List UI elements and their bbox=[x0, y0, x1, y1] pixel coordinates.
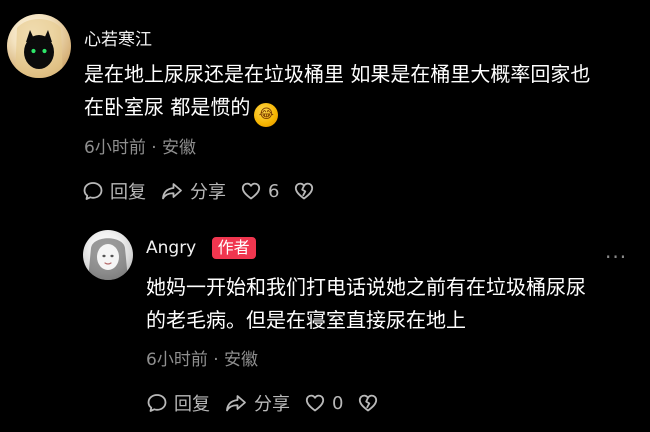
author-badge: 作者 bbox=[211, 237, 256, 259]
reply-button[interactable]: 回复 bbox=[146, 390, 210, 416]
avatar-comment-1[interactable] bbox=[7, 14, 71, 78]
comment-actions: 回复 分享 6 bbox=[82, 178, 315, 204]
reply-button[interactable]: 回复 bbox=[82, 178, 146, 204]
share-arrow-icon bbox=[226, 395, 246, 412]
broken-heart-icon bbox=[359, 394, 378, 412]
reply-username-row: Angry 作者 bbox=[146, 237, 256, 259]
like-count: 6 bbox=[268, 180, 280, 202]
reply-label: 回复 bbox=[174, 394, 210, 415]
share-button[interactable]: 分享 bbox=[160, 178, 226, 204]
reply-text-line-2: 的老毛病。但是在寝室直接尿在地上 bbox=[146, 308, 466, 332]
laughing-tears-emoji-icon: 😂 bbox=[254, 103, 279, 127]
like-button[interactable]: 0 bbox=[304, 392, 343, 414]
heart-outline-icon bbox=[305, 394, 325, 412]
like-count: 0 bbox=[332, 392, 344, 414]
comment-text-line-1: 是在地上尿尿还是在垃圾桶里 如果是在桶里大概率回家也 bbox=[84, 62, 591, 86]
avatar-reply[interactable] bbox=[83, 230, 133, 280]
share-button[interactable]: 分享 bbox=[224, 390, 290, 416]
comment-bubble-icon bbox=[83, 182, 103, 200]
share-label: 分享 bbox=[190, 182, 226, 203]
comment-text-line-2-container: 在卧室尿 都是惯的 😂 bbox=[84, 91, 279, 127]
reply-meta: 6小时前 · 安徽 bbox=[146, 350, 259, 370]
comment-username[interactable]: 心若寒江 bbox=[84, 25, 152, 50]
reply-username[interactable]: Angry bbox=[146, 238, 196, 258]
comment-meta: 6小时前 · 安徽 bbox=[84, 138, 197, 158]
reply-actions: 回复 分享 0 bbox=[146, 390, 379, 416]
share-arrow-icon bbox=[162, 183, 182, 200]
dislike-button[interactable] bbox=[293, 180, 315, 202]
share-label: 分享 bbox=[254, 394, 290, 415]
reply-text-line-1: 她妈一开始和我们打电话说她之前有在垃圾桶尿尿 bbox=[146, 275, 586, 299]
more-options-button[interactable]: ··· bbox=[605, 245, 627, 269]
like-button[interactable]: 6 bbox=[240, 180, 279, 202]
avatar-illustration bbox=[88, 238, 128, 280]
avatar-illustration bbox=[15, 19, 63, 78]
broken-heart-icon bbox=[295, 182, 314, 200]
heart-outline-icon bbox=[241, 182, 261, 200]
dislike-button[interactable] bbox=[357, 392, 379, 414]
reply-label: 回复 bbox=[110, 182, 146, 203]
comment-text-line-2: 在卧室尿 都是惯的 bbox=[84, 95, 251, 119]
comment-bubble-icon bbox=[147, 394, 167, 412]
